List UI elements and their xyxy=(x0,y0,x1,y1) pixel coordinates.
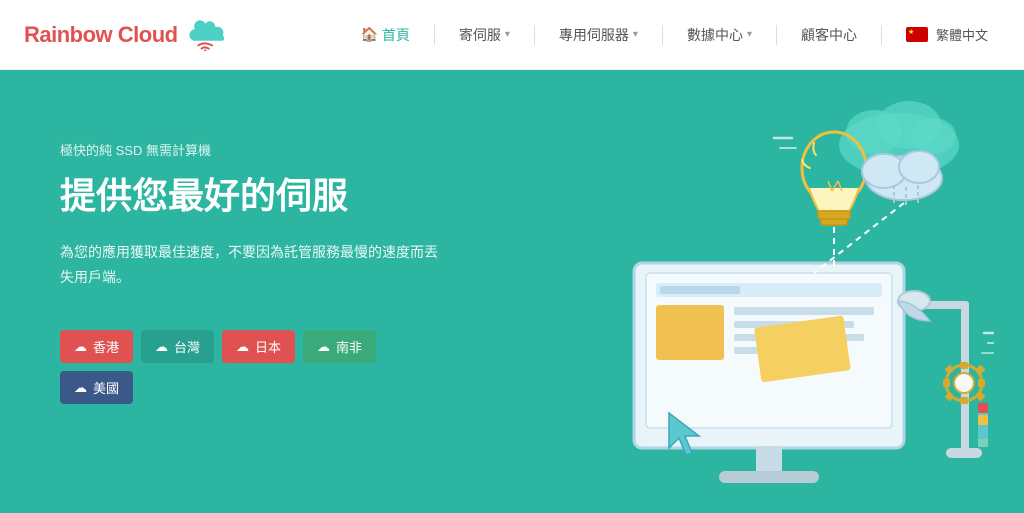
cloud-icon-hk: ☁ xyxy=(74,339,87,355)
badge-jp-label: 日本 xyxy=(255,337,281,356)
nav-datacenter[interactable]: 數據中心 ▾ xyxy=(675,19,764,51)
hero-description: 為您的應用獲取最佳速度，不要因為託管服務最慢的速度而丟失用戶端。 xyxy=(60,240,440,290)
logo-cloud-icon xyxy=(184,19,232,51)
nav-client-center[interactable]: 顧客中心 xyxy=(789,19,869,51)
nav-divider-4 xyxy=(776,25,777,45)
nav-lang[interactable]: 繁體中文 xyxy=(894,19,1000,50)
hero-content: 極快的純 SSD 無需計算機 提供您最好的伺服 為您的應用獲取最佳速度，不要因為… xyxy=(60,130,440,404)
logo-rainbow: Rainbow xyxy=(24,22,112,47)
nav-dedicated-label: 專用伺服器 xyxy=(559,25,629,45)
location-badges: ☁ 香港 ☁ 台灣 ☁ 日本 ☁ 南非 ☁ 美國 xyxy=(60,330,440,404)
nav-divider-2 xyxy=(534,25,535,45)
cloud-icon-jp: ☁ xyxy=(236,339,249,355)
nav-divider-5 xyxy=(881,25,882,45)
nav-home[interactable]: 🏠 首頁 xyxy=(348,19,421,51)
hero-subtitle: 極快的純 SSD 無需計算機 xyxy=(60,140,440,159)
illustration-svg xyxy=(474,73,994,493)
logo[interactable]: Rainbow Cloud xyxy=(24,19,232,51)
nav-client-label: 顧客中心 xyxy=(801,25,857,45)
hero-illustration xyxy=(474,73,994,493)
main-nav: 🏠 首頁 寄伺服 ▾ 專用伺服器 ▾ 數據中心 ▾ 顧客中心 繁體中文 xyxy=(348,19,1000,51)
hero-section: 極快的純 SSD 無需計算機 提供您最好的伺服 為您的應用獲取最佳速度，不要因為… xyxy=(0,70,1024,513)
badge-hk-label: 香港 xyxy=(93,337,119,356)
logo-text: Rainbow Cloud xyxy=(24,22,178,48)
nav-shared-label: 寄伺服 xyxy=(459,25,501,45)
cloud-icon-tw: ☁ xyxy=(155,339,168,355)
chevron-down-icon-2: ▾ xyxy=(633,29,638,40)
cloud-icon-za: ☁ xyxy=(317,339,330,355)
badge-hongkong[interactable]: ☁ 香港 xyxy=(60,330,133,363)
home-icon: 🏠 xyxy=(360,26,377,43)
lang-label: 繁體中文 xyxy=(936,25,988,44)
badge-usa[interactable]: ☁ 美國 xyxy=(60,371,133,404)
nav-divider-3 xyxy=(662,25,663,45)
nav-datacenter-label: 數據中心 xyxy=(687,25,743,45)
badge-tw-label: 台灣 xyxy=(174,337,200,356)
badge-taiwan[interactable]: ☁ 台灣 xyxy=(141,330,214,363)
cloud-icon-us: ☁ xyxy=(74,380,87,396)
china-flag-icon xyxy=(906,27,928,42)
chevron-down-icon-1: ▾ xyxy=(505,29,510,40)
chevron-down-icon-3: ▾ xyxy=(747,29,752,40)
badge-southafrica[interactable]: ☁ 南非 xyxy=(303,330,376,363)
nav-divider-1 xyxy=(434,25,435,45)
nav-shared-hosting[interactable]: 寄伺服 ▾ xyxy=(447,19,522,51)
badge-japan[interactable]: ☁ 日本 xyxy=(222,330,295,363)
badge-us-label: 美國 xyxy=(93,378,119,397)
nav-home-label: 首頁 xyxy=(382,25,410,45)
badge-za-label: 南非 xyxy=(336,337,362,356)
header: Rainbow Cloud 🏠 首頁 寄伺服 ▾ 專用伺服器 ▾ 數據中心 xyxy=(0,0,1024,70)
hero-title: 提供您最好的伺服 xyxy=(60,173,440,220)
logo-cloud-text: Cloud xyxy=(118,22,178,47)
nav-dedicated[interactable]: 專用伺服器 ▾ xyxy=(547,19,650,51)
